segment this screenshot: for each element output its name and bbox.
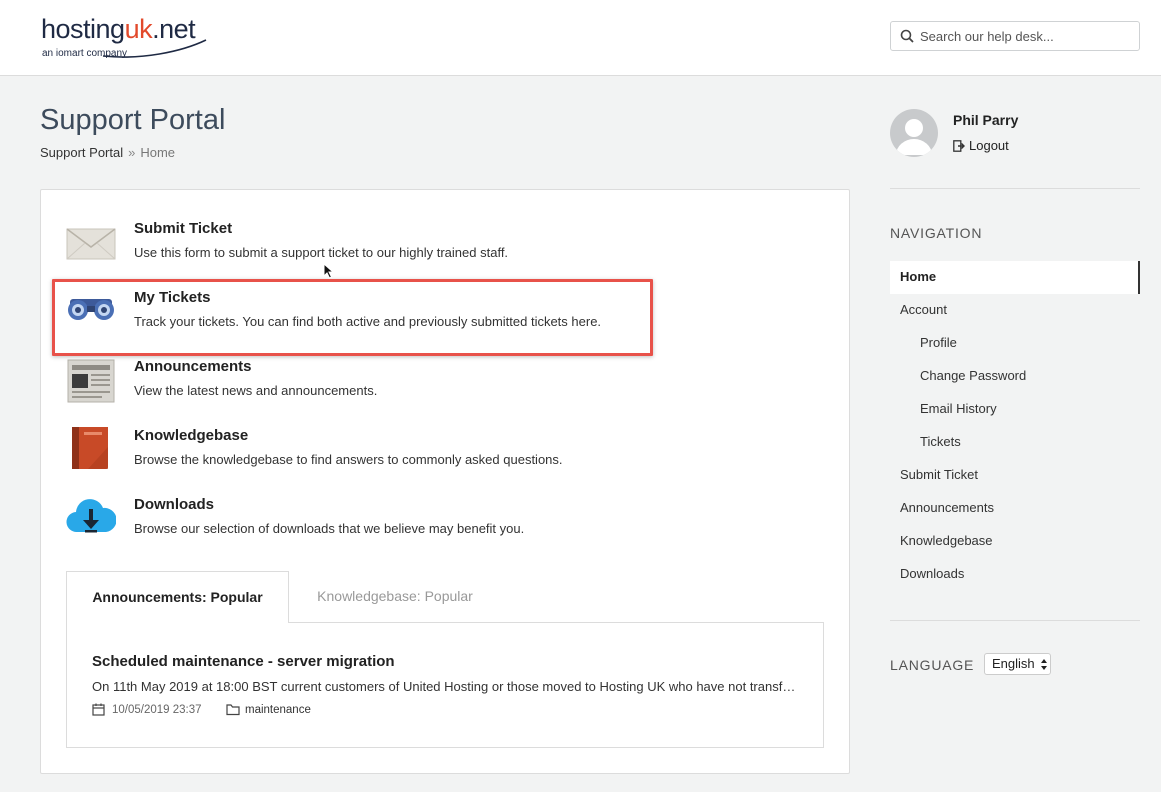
hostinguk-logo[interactable]: hostinguk.net an iomart company — [41, 14, 211, 62]
nav-item-tickets[interactable]: Tickets — [920, 434, 961, 449]
logo-tagline: an iomart company — [42, 48, 128, 59]
breadcrumb-current: Home — [140, 145, 176, 160]
nav-item-knowledgebase[interactable]: Knowledgebase — [900, 533, 993, 548]
announcement-category[interactable]: maintenance — [245, 704, 311, 716]
nav-item-change-password[interactable]: Change Password — [920, 368, 1026, 383]
nav-item-account[interactable]: Account — [900, 302, 947, 317]
announcement-date: 10/05/2019 23:37 — [112, 704, 202, 716]
newspaper-icon — [67, 359, 115, 403]
mouse-cursor-icon — [323, 263, 334, 279]
breadcrumb: Support Portal » Home — [40, 145, 175, 160]
item-description: Browse our selection of downloads that w… — [134, 521, 525, 536]
nav-item-email-history[interactable]: Email History — [920, 401, 997, 416]
user-name: Phil Parry — [953, 112, 1019, 128]
site-header: hostinguk.net an iomart company — [0, 0, 1161, 76]
nav-item-home[interactable]: Home — [900, 269, 936, 284]
search-input[interactable] — [920, 23, 1135, 49]
item-downloads[interactable]: Downloads Browse our selection of downlo… — [66, 496, 826, 556]
sidebar-divider — [890, 620, 1140, 621]
item-title[interactable]: Knowledgebase — [134, 427, 248, 444]
item-description: Browse the knowledgebase to find answers… — [134, 452, 563, 467]
calendar-icon — [92, 703, 105, 716]
my-tickets-highlight-box — [52, 279, 653, 356]
breadcrumb-separator: » — [128, 145, 136, 160]
tab-knowledgebase-popular[interactable]: Knowledgebase: Popular — [290, 571, 500, 621]
announcement-excerpt: On 11th May 2019 at 18:00 BST current cu… — [92, 679, 798, 694]
nav-item-downloads[interactable]: Downloads — [900, 566, 964, 581]
item-title[interactable]: Downloads — [134, 496, 214, 513]
select-arrows-icon — [1041, 659, 1047, 670]
language-heading: LANGUAGE — [890, 657, 975, 673]
language-select[interactable]: English — [984, 653, 1051, 675]
book-icon — [72, 427, 108, 469]
tab-content-announcements: Scheduled maintenance - server migration… — [66, 622, 824, 748]
page-title: Support Portal — [40, 104, 226, 136]
announcement-title-link[interactable]: Scheduled maintenance - server migration — [92, 653, 395, 670]
logout-label: Logout — [969, 138, 1009, 153]
logout-icon — [953, 140, 965, 152]
nav-item-submit-ticket[interactable]: Submit Ticket — [900, 467, 978, 482]
search-box[interactable] — [890, 21, 1140, 51]
envelope-icon — [66, 228, 116, 260]
nav-item-announcements[interactable]: Announcements — [900, 500, 994, 515]
avatar — [890, 109, 938, 157]
item-title[interactable]: Submit Ticket — [134, 220, 232, 237]
item-announcements[interactable]: Announcements View the latest news and a… — [66, 358, 826, 418]
item-description: Use this form to submit a support ticket… — [134, 245, 509, 260]
user-icon — [896, 119, 932, 155]
tab-announcements-popular[interactable]: Announcements: Popular — [66, 571, 289, 623]
nav-item-profile[interactable]: Profile — [920, 335, 957, 350]
sidebar-divider — [890, 188, 1140, 189]
language-selected-value: English — [992, 656, 1035, 671]
item-knowledgebase[interactable]: Knowledgebase Browse the knowledgebase t… — [66, 427, 826, 487]
navigation-heading: NAVIGATION — [890, 225, 983, 241]
item-submit-ticket[interactable]: Submit Ticket Use this form to submit a … — [66, 220, 826, 280]
cloud-download-icon — [66, 499, 116, 533]
breadcrumb-link-support-portal[interactable]: Support Portal — [40, 145, 123, 160]
item-title[interactable]: Announcements — [134, 358, 252, 375]
search-icon — [900, 29, 914, 43]
item-description: View the latest news and announcements. — [134, 383, 378, 398]
folder-icon — [226, 704, 240, 716]
